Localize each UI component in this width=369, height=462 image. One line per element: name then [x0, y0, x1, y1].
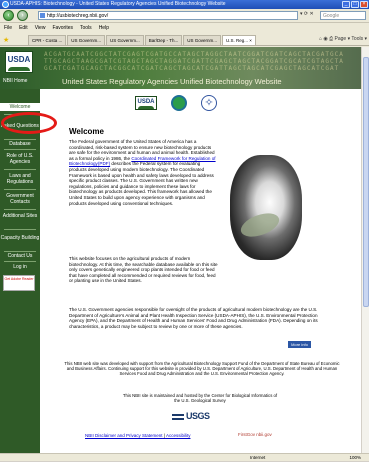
nav-contact-us[interactable]: Contact Us: [0, 253, 40, 259]
menu-view[interactable]: View: [35, 24, 46, 33]
main-content: USDA ✧ Welcome The Federal government of…: [40, 89, 361, 453]
menu-favorites[interactable]: Favorites: [52, 24, 73, 33]
menu-edit[interactable]: Edit: [19, 24, 28, 33]
hhs-logo[interactable]: ✧: [201, 95, 217, 111]
database-paragraph: This website focuses on the agricultural…: [69, 256, 218, 284]
print-icon[interactable]: ⎙: [329, 36, 333, 42]
usda-hills-icon: [138, 106, 154, 109]
browser-window: USDA-APHIS: Biotechnology - United State…: [0, 0, 369, 461]
tab-6-active[interactable]: U.S. Reg... ×: [222, 35, 256, 45]
left-navigation: Welcome Asked Questions Database Role of…: [0, 89, 40, 453]
nav-divider: [4, 251, 36, 252]
tab-5[interactable]: US Governm...: [183, 35, 221, 45]
vertical-scrollbar[interactable]: [361, 47, 369, 453]
welcome-heading: Welcome: [69, 127, 104, 136]
usda-logo-small-text: USDA: [137, 99, 155, 105]
site-banner: ACGATGCAATCGGCTATCGAGTCGATGCCATAGCTAGGCT…: [0, 47, 361, 89]
menu-file[interactable]: File: [4, 24, 12, 33]
nav-divider: [4, 229, 36, 230]
hosting-footer: This NBII site is maintained and hosted …: [122, 393, 278, 404]
page-icon: [40, 13, 45, 18]
menu-tools[interactable]: Tools: [80, 24, 92, 33]
nav-divider: [4, 261, 36, 262]
banner-dna-texture: ACGATGCAATCGGCTATCGAGTCGATGCCATAGCTAGGCT…: [44, 51, 344, 72]
nav-divider: [4, 169, 36, 170]
more-info-button[interactable]: More info: [288, 341, 311, 348]
nav-welcome[interactable]: Welcome: [0, 103, 40, 111]
usda-logo-small[interactable]: USDA: [135, 96, 157, 110]
page-menu[interactable]: Page ▾: [335, 36, 351, 42]
agency-logos: USDA ✧: [135, 95, 217, 111]
intro-paragraph: The Federal government of the United Sta…: [69, 139, 219, 206]
usda-logo-text: USDA: [7, 55, 31, 64]
footer-links: NBII Disclaimer and Privacy Statement | …: [85, 433, 190, 438]
menu-help[interactable]: Help: [99, 24, 109, 33]
nav-capacity-building[interactable]: Capacity Building: [0, 235, 40, 241]
tab-3[interactable]: US Governm...: [106, 35, 144, 45]
nbii-home-link[interactable]: NBII Home: [3, 78, 27, 84]
maximize-button[interactable]: □: [351, 1, 359, 8]
usgs-text: USGS: [186, 411, 210, 421]
usda-hills-icon: [8, 67, 30, 71]
web-page: ACGATGCAATCGGCTATCGAGTCGATGCCATAGCTAGGCT…: [0, 47, 369, 453]
address-text: http://usbiotechreg.nbii.gov/: [47, 13, 109, 19]
home-icon[interactable]: ⌂: [319, 36, 322, 42]
leaf-shape: [237, 208, 283, 242]
address-bar[interactable]: http://usbiotechreg.nbii.gov/: [38, 11, 298, 20]
title-bar: USDA-APHIS: Biotechnology - United State…: [0, 0, 369, 9]
favorites-star-icon[interactable]: ★: [3, 36, 9, 44]
nav-additional-sites[interactable]: Additional Sites: [0, 213, 40, 219]
back-button[interactable]: ‹: [3, 10, 14, 21]
feeds-icon[interactable]: ◉: [323, 36, 327, 42]
tab-4[interactable]: Bar/Dep - Th...: [144, 35, 183, 45]
disclaimer-link[interactable]: NBII Disclaimer and Privacy Statement: [85, 433, 163, 438]
support-footer: This NBII web site was developed with su…: [64, 361, 340, 377]
nav-log-in[interactable]: Log in: [0, 264, 40, 270]
ie-icon: [2, 1, 9, 8]
nav-role-of-us-agencies[interactable]: Role of U.S. Agencies: [0, 153, 40, 165]
scrollbar-thumb[interactable]: [363, 57, 369, 307]
nav-divider: [4, 209, 36, 210]
banner-title: United States Regulatory Agencies Unifie…: [62, 77, 282, 86]
accessibility-link[interactable]: Accessibility: [166, 433, 191, 438]
nav-database[interactable]: Database: [0, 141, 40, 147]
nav-divider: [4, 139, 36, 140]
epa-logo[interactable]: [171, 95, 187, 111]
tab-row: ★ CPR - Costa ... US Governm... US Gover…: [0, 34, 369, 46]
intro-text-rest: describes the Federal system for evaluat…: [69, 161, 214, 206]
status-bar: Internet 100%: [0, 453, 369, 461]
agencies-paragraph: The U.S. Government agencies responsible…: [69, 307, 318, 329]
nav-laws-and-regulations[interactable]: Laws and Regulations: [0, 173, 40, 185]
address-row: ‹ › http://usbiotechreg.nbii.gov/ ▾ ⟳ ✕ …: [0, 9, 369, 23]
tools-menu[interactable]: Tools ▾: [351, 36, 367, 42]
tab-1[interactable]: CPR - Costa ...: [28, 35, 67, 45]
partner-logos[interactable]: FirstGov nbii.gov: [238, 432, 272, 437]
command-bar: ⌂ ◉ ⎙ Page ▾ Tools ▾: [319, 36, 367, 42]
close-button[interactable]: ×: [360, 1, 368, 8]
forward-button[interactable]: ›: [17, 10, 28, 21]
nav-divider: [4, 149, 36, 150]
plant-photo: [230, 155, 302, 260]
usda-logo[interactable]: USDA: [5, 51, 33, 73]
menu-bar: File Edit View Favorites Tools Help: [0, 24, 369, 33]
adobe-reader-badge[interactable]: Get Adobe Reader: [3, 275, 35, 291]
nav-government-contacts[interactable]: Government Contacts: [0, 193, 40, 205]
tab-2[interactable]: US Governm...: [67, 35, 106, 45]
refresh-stop-icons[interactable]: ▾ ⟳ ✕: [300, 11, 314, 17]
nav-divider: [4, 189, 36, 190]
window-title: USDA-APHIS: Biotechnology - United State…: [10, 1, 226, 7]
search-input[interactable]: Google: [320, 11, 366, 20]
minimize-button[interactable]: _: [342, 1, 350, 8]
usgs-waves-icon: [172, 413, 184, 420]
usgs-logo[interactable]: USGS: [172, 411, 210, 421]
